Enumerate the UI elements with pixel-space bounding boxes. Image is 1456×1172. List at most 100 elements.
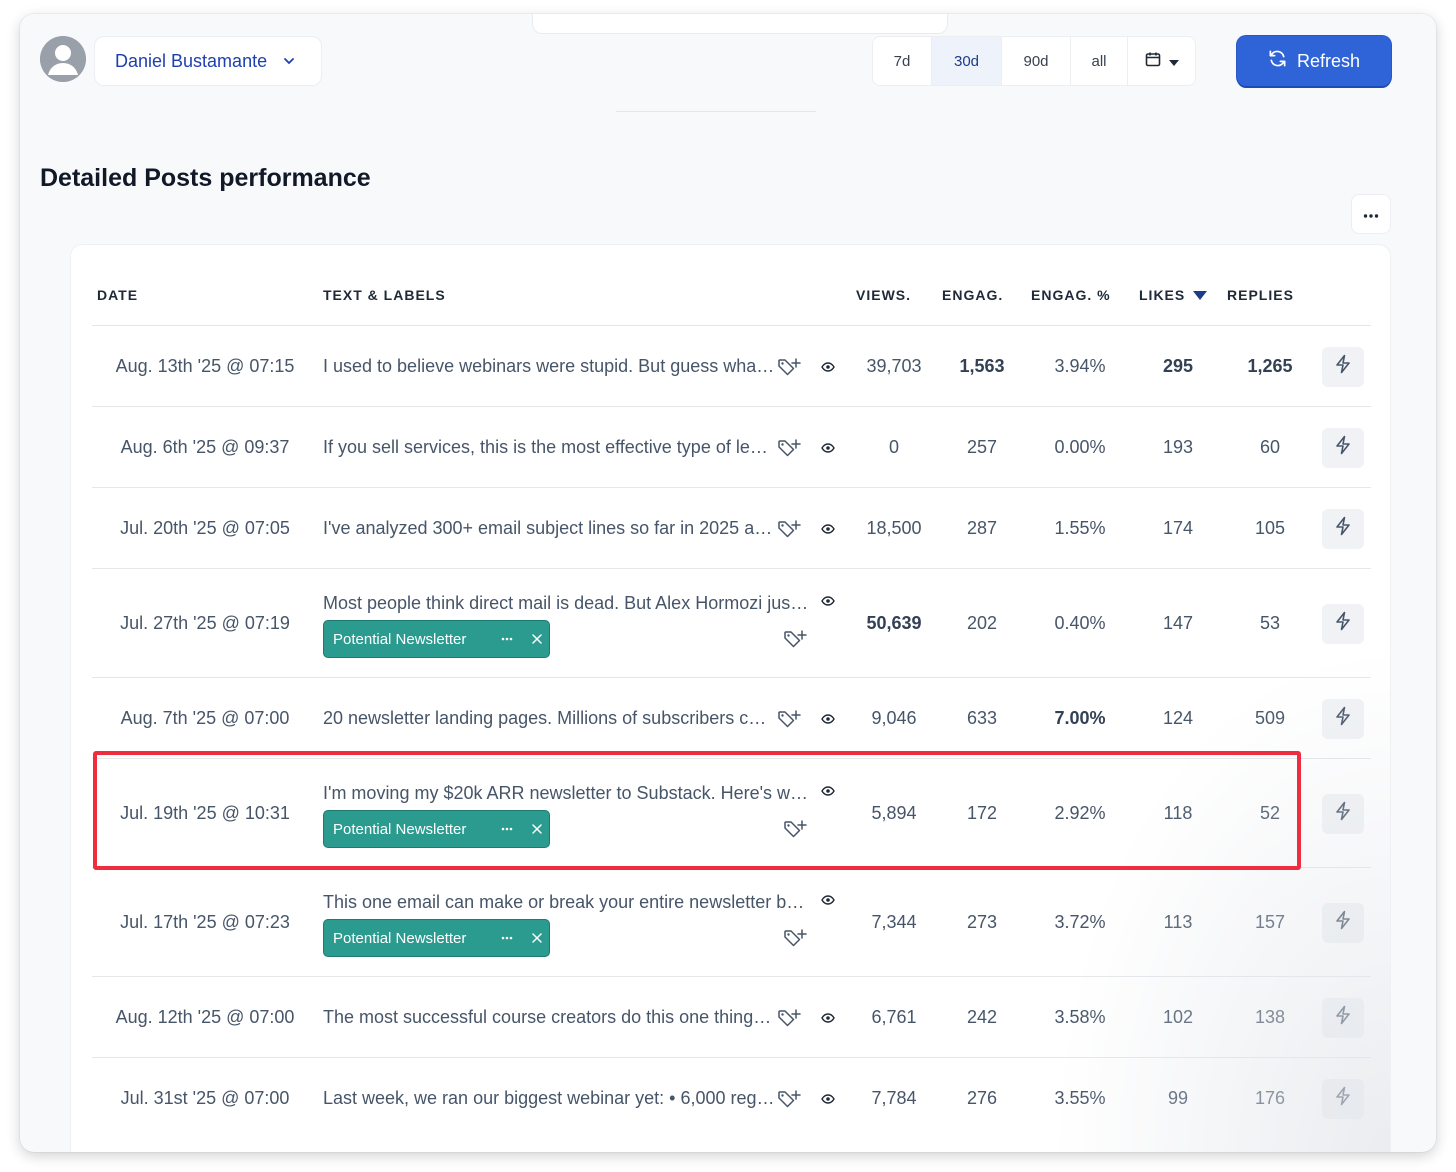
boost-button[interactable] [1322, 508, 1364, 549]
boost-button[interactable] [1322, 698, 1364, 739]
close-icon[interactable] [530, 632, 544, 646]
date-picker-button[interactable] [1128, 37, 1195, 85]
table-row[interactable]: Aug. 7th '25 @ 07:00 20 newsletter landin… [92, 677, 1371, 758]
engagement-pct-value: 3.58% [1054, 1006, 1106, 1027]
tag-add-icon[interactable] [777, 1089, 803, 1109]
refresh-label: Refresh [1296, 50, 1361, 71]
tag-add-icon[interactable] [783, 629, 809, 649]
boost-button[interactable] [1322, 793, 1364, 834]
tag-add-icon[interactable] [777, 438, 803, 458]
table-header: DATE TEXT & LABELS VIEWS. ENGAG. ENGAG. … [71, 245, 1390, 325]
post-text-cell[interactable]: This one email can make or break your en… [323, 881, 813, 923]
column-header-replies[interactable]: REPLIES [1227, 287, 1294, 303]
bolt-icon [1334, 801, 1352, 826]
eye-icon[interactable] [821, 1012, 835, 1023]
engagement-pct-value: 0.00% [1054, 436, 1106, 457]
close-icon[interactable] [530, 931, 544, 945]
eye-icon[interactable] [821, 786, 835, 796]
table-row[interactable]: Jul. 31st '25 @ 07:00 Last week, we ran o… [92, 1057, 1371, 1138]
engagement-value: 276 [966, 1087, 998, 1108]
post-text-cell[interactable]: I used to believe webinars were stupid. … [323, 326, 776, 407]
range-30d[interactable]: 30d [932, 37, 1002, 85]
boost-button[interactable] [1322, 346, 1364, 387]
engagement-value: 172 [966, 802, 998, 823]
post-text-cell[interactable]: If you sell services, this is the most e… [323, 407, 776, 488]
boost-button[interactable] [1322, 427, 1364, 468]
column-header-engag-pct[interactable]: ENGAG. % [1031, 287, 1111, 303]
table-row[interactable]: Jul. 17th '25 @ 07:23 This one email can … [92, 867, 1371, 976]
boost-button[interactable] [1322, 1078, 1364, 1119]
post-date: Aug. 7th '25 @ 07:00 [120, 707, 290, 728]
post-text-cell[interactable]: Most people think direct mail is dead. B… [323, 582, 813, 624]
tag-add-icon[interactable] [783, 819, 809, 839]
views-value: 7,344 [871, 911, 917, 932]
posts-table-card: DATE TEXT & LABELS VIEWS. ENGAG. ENGAG. … [70, 244, 1391, 1152]
more-horizontal-icon[interactable] [500, 632, 514, 646]
tag-add-icon[interactable] [777, 709, 803, 729]
table-row[interactable]: Aug. 12th '25 @ 07:00 The most successful… [92, 976, 1371, 1057]
label-chip[interactable]: Potential Newsletter [323, 919, 550, 957]
eye-icon[interactable] [821, 596, 835, 606]
column-header-likes[interactable]: LIKES [1139, 287, 1208, 303]
table-row[interactable]: Aug. 13th '25 @ 07:15 I used to believe w… [92, 325, 1371, 406]
likes-value: 295 [1162, 355, 1194, 376]
likes-value: 113 [1163, 911, 1193, 932]
range-7d[interactable]: 7d [873, 37, 932, 85]
likes-value: 102 [1162, 1006, 1194, 1027]
bolt-icon [1334, 354, 1352, 379]
post-text-cell[interactable]: Last week, we ran our biggest webinar ye… [323, 1058, 776, 1139]
account-selector[interactable]: Daniel Bustamante [94, 36, 322, 86]
table-row[interactable]: Jul. 19th '25 @ 10:31 I'm moving my $20k … [92, 758, 1371, 867]
eye-icon[interactable] [821, 713, 835, 724]
eye-icon[interactable] [821, 523, 835, 534]
eye-icon[interactable] [821, 895, 835, 905]
tag-add-icon[interactable] [777, 519, 803, 539]
avatar[interactable] [40, 36, 86, 82]
tag-add-icon[interactable] [783, 928, 809, 948]
post-date: Jul. 20th '25 @ 07:05 [120, 517, 290, 538]
views-value: 6,761 [871, 1006, 917, 1027]
range-90d[interactable]: 90d [1002, 37, 1071, 85]
engagement-value: 287 [966, 517, 998, 538]
range-all[interactable]: all [1071, 37, 1128, 85]
post-text: 20 newsletter landing pages. Millions of… [323, 708, 776, 728]
post-text-cell[interactable]: I've analyzed 300+ email subject lines s… [323, 488, 776, 569]
post-text: I used to believe webinars were stupid. … [323, 356, 776, 376]
post-date: Aug. 12th '25 @ 07:00 [115, 1006, 295, 1027]
post-text-cell[interactable]: I'm moving my $20k ARR newsletter to Sub… [323, 772, 813, 814]
table-row[interactable]: Jul. 27th '25 @ 07:19 Most people think d… [92, 568, 1371, 677]
label-chip[interactable]: Potential Newsletter [323, 620, 550, 658]
eye-icon[interactable] [821, 361, 835, 372]
close-icon[interactable] [530, 822, 544, 836]
bolt-icon [1334, 910, 1352, 935]
bolt-icon [1334, 1086, 1352, 1111]
post-text: This one email can make or break your en… [323, 891, 813, 912]
column-header-date[interactable]: DATE [97, 287, 138, 303]
tag-add-icon[interactable] [777, 357, 803, 377]
post-text-cell[interactable]: 20 newsletter landing pages. Millions of… [323, 678, 776, 759]
tag-add-icon[interactable] [777, 1008, 803, 1028]
likes-value: 99 [1167, 1087, 1189, 1108]
eye-icon[interactable] [821, 1093, 835, 1104]
boost-button[interactable] [1322, 997, 1364, 1038]
engagement-pct-value: 1.55% [1054, 517, 1106, 538]
replies-value: 60 [1259, 436, 1281, 457]
boost-button[interactable] [1322, 603, 1364, 644]
table-row[interactable]: Jul. 20th '25 @ 07:05 I've analyzed 300+ … [92, 487, 1371, 568]
refresh-button[interactable]: Refresh [1237, 36, 1391, 86]
likes-value: 124 [1162, 707, 1194, 728]
column-header-text[interactable]: TEXT & LABELS [323, 287, 446, 303]
column-header-views[interactable]: VIEWS. [856, 287, 911, 303]
more-options-button[interactable] [1351, 194, 1391, 234]
post-text-cell[interactable]: The most successful course creators do t… [323, 977, 776, 1058]
views-value: 39,703 [866, 355, 922, 376]
likes-value: 147 [1162, 612, 1194, 633]
more-horizontal-icon[interactable] [500, 931, 514, 945]
page-title: Detailed Posts performance [40, 164, 371, 192]
more-horizontal-icon[interactable] [500, 822, 514, 836]
table-row[interactable]: Aug. 6th '25 @ 09:37 If you sell services… [92, 406, 1371, 487]
column-header-engag[interactable]: ENGAG. [942, 287, 1003, 303]
label-chip[interactable]: Potential Newsletter [323, 810, 550, 848]
boost-button[interactable] [1322, 902, 1364, 943]
eye-icon[interactable] [821, 442, 835, 453]
